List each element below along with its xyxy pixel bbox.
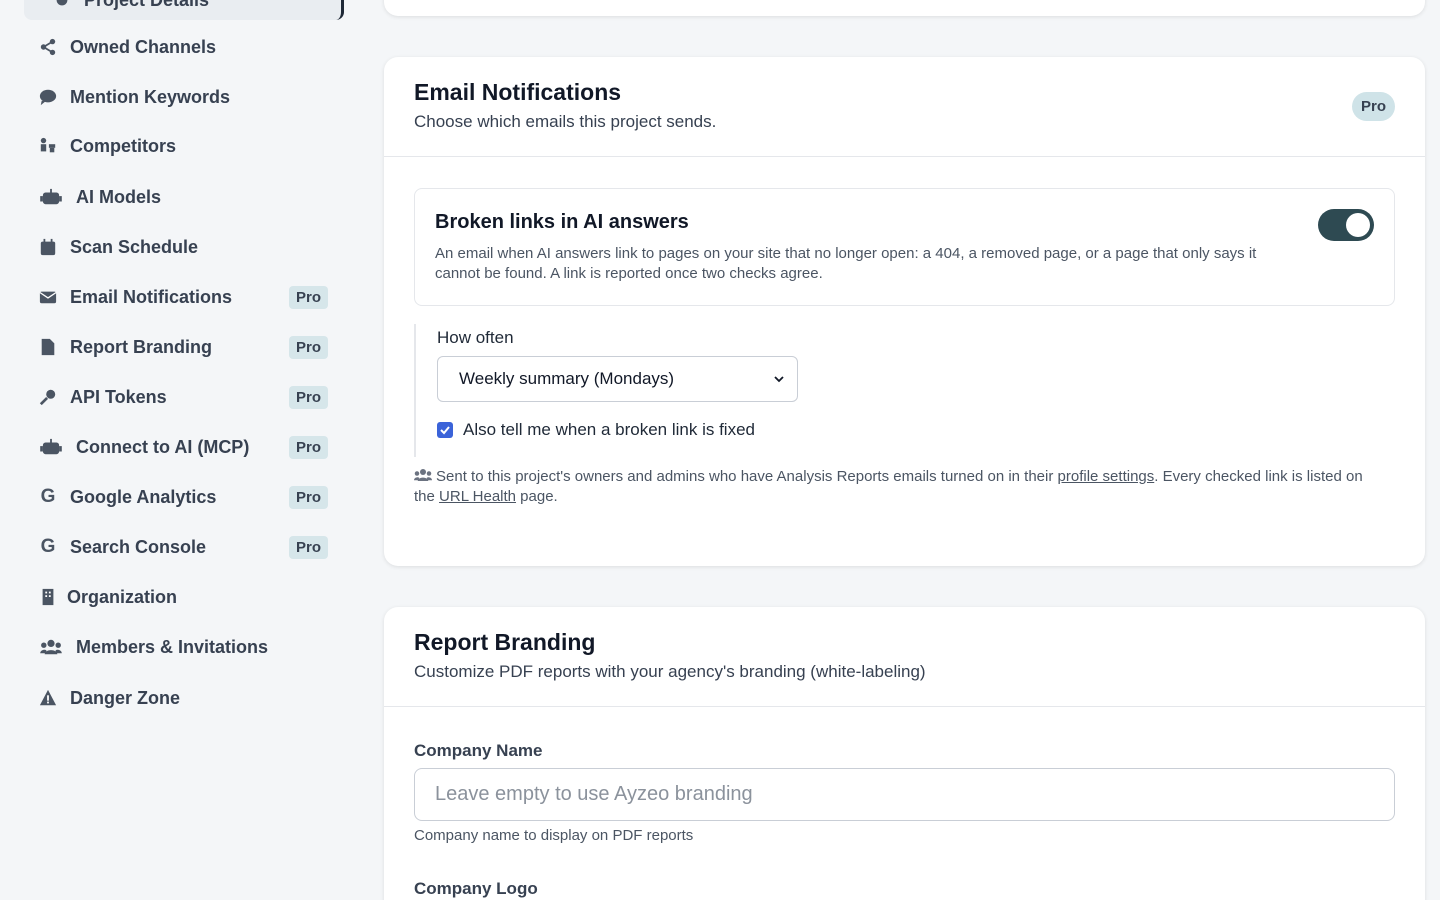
- frequency-value: Weekly summary (Mondays): [459, 369, 675, 388]
- sidebar-item-search-console[interactable]: G Search Console Pro: [24, 529, 334, 565]
- report-branding-card: Report Branding Customize PDF reports wi…: [384, 607, 1425, 900]
- pro-badge: Pro: [288, 485, 328, 509]
- toggle-knob: [1346, 213, 1370, 237]
- broken-links-alert: Broken links in AI answers An email when…: [414, 188, 1395, 306]
- chevron-down-icon: [774, 376, 784, 383]
- users-icon: [414, 469, 432, 481]
- sidebar-item-report-branding[interactable]: Report Branding Pro: [24, 329, 334, 365]
- pro-badge: Pro: [288, 385, 328, 409]
- robot-icon: [38, 187, 64, 207]
- sidebar-item-label: Google Analytics: [70, 486, 217, 507]
- frequency-select[interactable]: Weekly summary (Mondays): [437, 356, 798, 402]
- gear-icon: [52, 0, 72, 10]
- sidebar-item-label: Report Branding: [70, 336, 212, 357]
- sidebar-item-members-invitations[interactable]: Members & Invitations: [24, 629, 334, 665]
- company-name-label: Company Name: [414, 741, 543, 760]
- company-name-input[interactable]: [414, 768, 1395, 821]
- card-header: Report Branding Customize PDF reports wi…: [384, 607, 1425, 707]
- sidebar-item-api-tokens[interactable]: API Tokens Pro: [24, 379, 334, 415]
- share-icon: [38, 37, 58, 57]
- note-text: Sent to this project's owners and admins…: [436, 468, 1058, 485]
- pro-badge: Pro: [1351, 92, 1395, 121]
- recipients-note: Sent to this project's owners and admins…: [414, 467, 1384, 507]
- sidebar-item-ai-models[interactable]: AI Models: [24, 179, 334, 215]
- sidebar-item-owned-channels[interactable]: Owned Channels: [24, 29, 334, 65]
- card-title: Email Notifications: [414, 79, 622, 105]
- sidebar-item-label: Project Details: [84, 0, 341, 11]
- sidebar-item-label: Members & Invitations: [76, 636, 269, 657]
- sidebar-item-google-analytics[interactable]: G Google Analytics Pro: [24, 479, 334, 515]
- sidebar-item-label: Mention Keywords: [70, 86, 231, 107]
- settings-sidebar: Project Details Owned Channels Mention K…: [24, 0, 346, 900]
- sidebar-item-label: Danger Zone: [70, 687, 181, 708]
- sidebar-item-email-notifications[interactable]: Email Notifications Pro: [24, 279, 334, 315]
- sidebar-item-danger-zone[interactable]: Danger Zone: [24, 680, 334, 716]
- sidebar-item-label: Scan Schedule: [70, 236, 199, 257]
- fixed-notify-label: Also tell me when a broken link is fixed: [463, 420, 755, 439]
- alert-description: An email when AI answers link to pages o…: [435, 245, 1257, 282]
- sidebar-item-scan-schedule[interactable]: Scan Schedule: [24, 229, 334, 265]
- google-icon: G: [40, 536, 56, 557]
- google-icon: G: [40, 486, 56, 507]
- frequency-section: How often Weekly summary (Mondays) Also …: [414, 324, 834, 457]
- pro-badge: Pro: [288, 285, 328, 309]
- url-health-link[interactable]: URL Health: [439, 488, 516, 505]
- envelope-icon: [38, 287, 58, 307]
- calendar-icon: [38, 237, 58, 257]
- chess-icon: [38, 136, 58, 156]
- sidebar-item-label: Search Console: [70, 536, 207, 557]
- sidebar-item-label: Owned Channels: [70, 36, 217, 57]
- key-icon: [38, 387, 58, 407]
- fixed-notify-row: Also tell me when a broken link is fixed: [437, 420, 755, 440]
- pdf-file-icon: [38, 337, 58, 357]
- card-subtitle: Choose which emails this project sends.: [414, 112, 717, 131]
- card-subtitle: Customize PDF reports with your agency's…: [414, 662, 926, 681]
- robot-icon: [38, 437, 64, 457]
- sidebar-item-label: AI Models: [76, 186, 162, 207]
- note-text: page.: [516, 488, 558, 505]
- broken-links-toggle[interactable]: [1318, 209, 1374, 241]
- card-header: Email Notifications Choose which emails …: [384, 57, 1425, 157]
- sidebar-item-competitors[interactable]: Competitors: [24, 128, 334, 164]
- warning-icon: [38, 688, 58, 708]
- sidebar-item-label: Organization: [67, 586, 178, 607]
- sidebar-item-connect-ai-mcp[interactable]: Connect to AI (MCP) Pro: [24, 429, 334, 465]
- pro-badge: Pro: [288, 335, 328, 359]
- users-icon: [38, 637, 64, 657]
- sidebar-item-organization[interactable]: Organization: [24, 579, 334, 615]
- email-notifications-card: Email Notifications Choose which emails …: [384, 57, 1425, 566]
- sidebar-item-project-details[interactable]: Project Details: [24, 0, 344, 20]
- how-often-label: How often: [437, 328, 514, 347]
- sidebar-item-label: Competitors: [70, 135, 177, 156]
- alert-title: Broken links in AI answers: [435, 211, 689, 233]
- building-icon: [38, 587, 58, 607]
- sidebar-item-mention-keywords[interactable]: Mention Keywords: [24, 79, 334, 115]
- sidebar-item-label: API Tokens: [70, 386, 167, 407]
- sidebar-item-label: Connect to AI (MCP): [76, 436, 250, 457]
- project-details-card: [384, 0, 1425, 16]
- company-logo-label: Company Logo: [414, 879, 538, 898]
- fixed-notify-checkbox[interactable]: [437, 422, 453, 438]
- sidebar-item-label: Email Notifications: [70, 286, 233, 307]
- pro-badge: Pro: [288, 435, 328, 459]
- card-title: Report Branding: [414, 629, 596, 655]
- company-name-help: Company name to display on PDF reports: [414, 827, 694, 844]
- pro-badge: Pro: [288, 535, 328, 559]
- comment-icon: [38, 87, 58, 107]
- profile-settings-link[interactable]: profile settings: [1058, 468, 1155, 485]
